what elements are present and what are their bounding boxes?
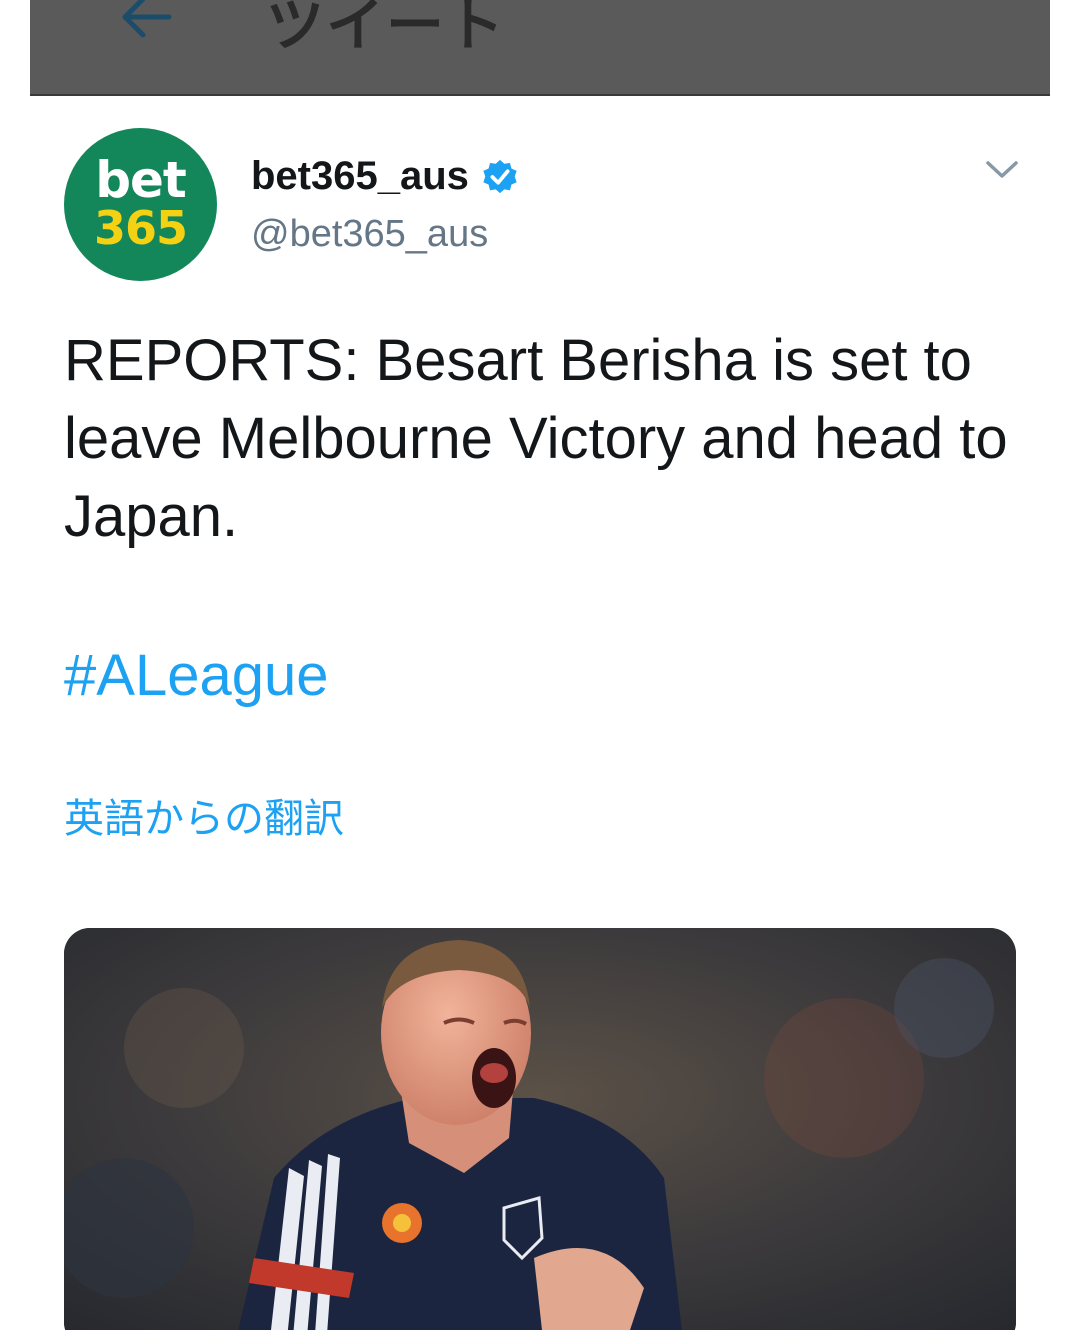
hashtag-link[interactable]: #ALeague bbox=[64, 642, 328, 709]
avatar-logo-line2: 365 bbox=[93, 200, 188, 255]
arrow-left-icon bbox=[122, 0, 172, 38]
display-name[interactable]: bet365_aus bbox=[251, 154, 519, 199]
page-title: ツイート bbox=[266, 0, 507, 59]
avatar-logo-line1: bet bbox=[95, 150, 187, 209]
translate-link[interactable]: 英語からの翻訳 bbox=[64, 786, 344, 844]
tweet-body: REPORTS: Besart Berisha is set to leave … bbox=[64, 328, 1008, 549]
chevron-down-icon bbox=[986, 161, 1018, 178]
back-button[interactable] bbox=[110, 0, 180, 52]
avatar[interactable]: bet 365 bbox=[64, 128, 217, 281]
top-bar: ツイート bbox=[30, 0, 1050, 96]
footballer-photo bbox=[64, 928, 1016, 1330]
user-handle[interactable]: @bet365_aus bbox=[251, 213, 488, 256]
tweet-media-image[interactable] bbox=[64, 928, 1016, 1330]
tweet-menu-button[interactable] bbox=[980, 150, 1024, 190]
display-name-text: bet365_aus bbox=[251, 154, 469, 198]
verified-badge-icon bbox=[481, 158, 519, 196]
